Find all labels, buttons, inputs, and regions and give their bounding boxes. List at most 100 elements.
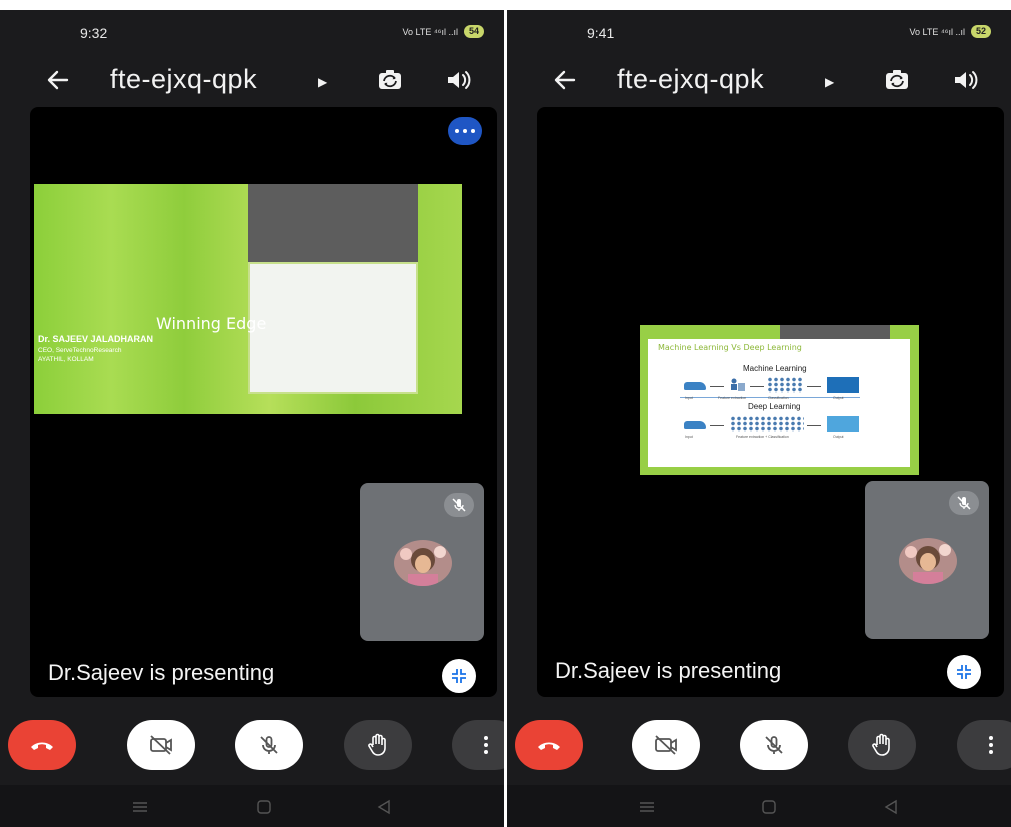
switch-camera-icon bbox=[379, 70, 401, 89]
minimize-button[interactable] bbox=[947, 655, 981, 689]
mic-off-icon bbox=[957, 496, 971, 510]
caret-right-icon[interactable]: ▶ bbox=[825, 75, 834, 89]
caption-input: Input bbox=[685, 435, 693, 439]
dot bbox=[471, 129, 475, 133]
battery-icon: 54 bbox=[463, 25, 484, 38]
meeting-top-bar: fte-ejxq-qpk ▶ bbox=[0, 58, 504, 102]
raise-hand-icon bbox=[368, 733, 386, 756]
recent-apps-button[interactable] bbox=[128, 795, 152, 819]
signal-icon: Vo LTE ⁴⁶ıl ..ıl bbox=[402, 26, 458, 37]
mic-off-icon bbox=[260, 736, 278, 754]
switch-camera-button[interactable] bbox=[879, 62, 915, 98]
switch-camera-button[interactable] bbox=[372, 62, 408, 98]
status-time: 9:32 bbox=[80, 25, 108, 41]
recent-apps-button[interactable] bbox=[635, 795, 659, 819]
ml-heading: Machine Learning bbox=[743, 364, 807, 373]
vertical-more-icon bbox=[989, 736, 993, 754]
back-triangle-icon bbox=[884, 799, 897, 815]
more-options-button[interactable] bbox=[448, 117, 482, 145]
camera-off-icon bbox=[655, 735, 677, 755]
call-controls bbox=[0, 710, 504, 780]
meeting-code[interactable]: fte-ejxq-qpk bbox=[110, 64, 257, 95]
end-call-icon bbox=[538, 742, 560, 750]
more-menu-button[interactable] bbox=[957, 720, 1011, 770]
participant-photo bbox=[394, 540, 452, 586]
camera-toggle-button[interactable] bbox=[127, 720, 195, 770]
slide-subtitle-1: CEO, ServeTechnoResearch bbox=[38, 347, 122, 354]
person-icon bbox=[731, 378, 745, 391]
arrow bbox=[807, 425, 821, 426]
back-button[interactable] bbox=[547, 62, 583, 98]
slide-panel-light bbox=[248, 262, 418, 394]
arrow bbox=[807, 386, 821, 387]
caption-feature-extraction-classification: Feature extraction + Classification bbox=[736, 435, 789, 439]
arrow bbox=[750, 386, 764, 387]
status-icons: Vo LTE ⁴⁶ıl ..ıl 52 bbox=[910, 25, 991, 38]
minimize-button[interactable] bbox=[442, 659, 476, 693]
minimize-icon bbox=[452, 669, 466, 683]
end-call-button[interactable] bbox=[8, 720, 76, 770]
mic-toggle-button[interactable] bbox=[740, 720, 808, 770]
output-box bbox=[827, 377, 859, 393]
network-icon bbox=[767, 377, 803, 393]
arrow-left-icon bbox=[47, 70, 69, 90]
more-menu-button[interactable] bbox=[452, 720, 504, 770]
slide-tab bbox=[780, 325, 890, 339]
home-button[interactable] bbox=[757, 795, 781, 819]
more-options-icon bbox=[455, 129, 459, 133]
network-icon bbox=[730, 416, 804, 432]
status-bar: 9:32 Vo LTE ⁴⁶ıl ..ıl 54 bbox=[0, 10, 504, 56]
self-video-tile[interactable] bbox=[865, 481, 989, 639]
raise-hand-button[interactable] bbox=[848, 720, 916, 770]
right-phone-screen: 9:41 Vo LTE ⁴⁶ıl ..ıl 52 fte-ejxq-qpk ▶ … bbox=[507, 10, 1011, 827]
car-icon bbox=[684, 382, 706, 390]
arrow-left-icon bbox=[554, 70, 576, 90]
system-nav-bar bbox=[507, 785, 1011, 827]
raise-hand-button[interactable] bbox=[344, 720, 412, 770]
home-button[interactable] bbox=[252, 795, 276, 819]
home-icon bbox=[257, 800, 271, 814]
caption-output: Output bbox=[833, 396, 844, 400]
presenting-label: Dr.Sajeev is presenting bbox=[48, 660, 275, 685]
home-icon bbox=[762, 800, 776, 814]
shared-slide: Winning Edge Dr. SAJEEV JALADHARAN CEO, … bbox=[34, 184, 462, 414]
speaker-icon bbox=[955, 71, 978, 89]
back-button[interactable] bbox=[40, 62, 76, 98]
recent-apps-icon bbox=[133, 802, 147, 812]
mic-toggle-button[interactable] bbox=[235, 720, 303, 770]
caption-output: Output bbox=[833, 435, 844, 439]
status-bar: 9:41 Vo LTE ⁴⁶ıl ..ıl 52 bbox=[507, 10, 1011, 56]
shared-slide: Machine Learning Vs Deep Learning Machin… bbox=[640, 325, 919, 475]
mic-off-icon bbox=[765, 736, 783, 754]
ml-pipeline: Input Feature extraction Classification … bbox=[670, 374, 900, 404]
car-icon bbox=[684, 421, 706, 429]
speaker-button[interactable] bbox=[440, 62, 476, 98]
system-nav-bar bbox=[0, 785, 504, 827]
caption-input: Input bbox=[685, 396, 693, 400]
vertical-more-icon bbox=[484, 736, 488, 754]
camera-toggle-button[interactable] bbox=[632, 720, 700, 770]
presenting-label: Dr.Sajeev is presenting bbox=[555, 658, 782, 683]
status-icons: Vo LTE ⁴⁶ıl ..ıl 54 bbox=[403, 25, 484, 38]
slide-title: Winning Edge bbox=[156, 314, 267, 333]
caption-feature-extraction: Feature extraction bbox=[718, 396, 747, 400]
caret-right-icon[interactable]: ▶ bbox=[318, 75, 327, 89]
end-call-button[interactable] bbox=[515, 720, 583, 770]
avatar bbox=[899, 538, 957, 584]
speaker-button[interactable] bbox=[947, 62, 983, 98]
speaker-icon bbox=[448, 71, 471, 89]
left-phone-screen: 9:32 Vo LTE ⁴⁶ıl ..ıl 54 fte-ejxq-qpk ▶ … bbox=[0, 10, 504, 827]
meeting-top-bar: fte-ejxq-qpk ▶ bbox=[507, 58, 1011, 102]
avatar bbox=[394, 540, 452, 586]
recent-apps-icon bbox=[640, 802, 654, 812]
output-box bbox=[827, 416, 859, 432]
back-nav-button[interactable] bbox=[879, 795, 903, 819]
meeting-code[interactable]: fte-ejxq-qpk bbox=[617, 64, 764, 95]
dot bbox=[463, 129, 467, 133]
presentation-stage: Winning Edge Dr. SAJEEV JALADHARAN CEO, … bbox=[30, 107, 497, 697]
back-nav-button[interactable] bbox=[372, 795, 396, 819]
switch-camera-icon bbox=[886, 70, 908, 89]
participant-photo bbox=[899, 538, 957, 584]
self-video-tile[interactable] bbox=[360, 483, 484, 641]
slide-subtitle-2: AYATHIL, KOLLAM bbox=[38, 356, 94, 363]
